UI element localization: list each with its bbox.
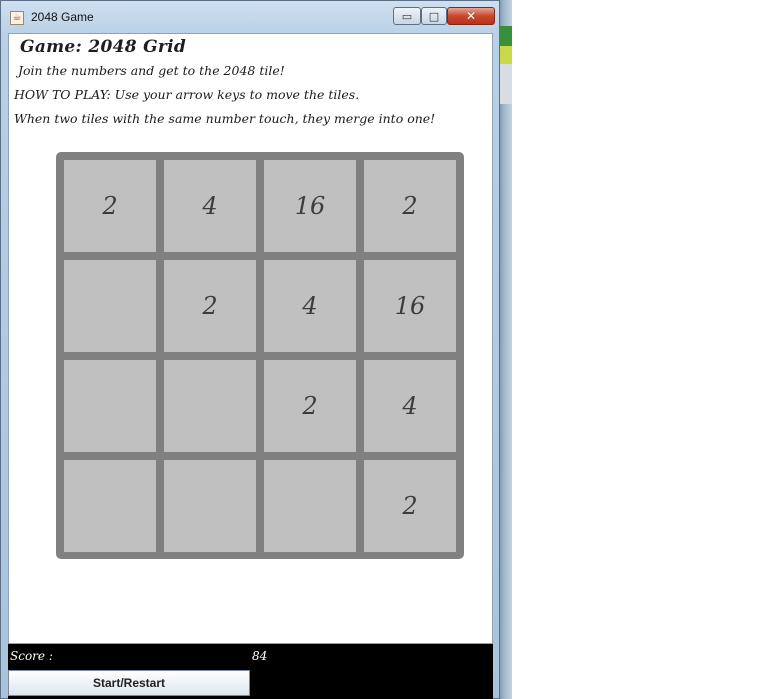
close-icon: ✕ — [465, 9, 477, 23]
merge-rule-text: When two tiles with the same number touc… — [14, 111, 436, 126]
score-label: Score : — [10, 649, 53, 663]
tile-r1-c3: 16 — [264, 160, 356, 252]
how-to-play-text: HOW TO PLAY: Use your arrow keys to move… — [14, 87, 360, 102]
background-window-fragment — [500, 64, 512, 104]
maximize-icon: □ — [428, 9, 440, 23]
minimize-button[interactable]: ▭ — [393, 7, 421, 25]
start-restart-button[interactable]: Start/Restart — [8, 670, 250, 696]
tile-r1-c1: 2 — [64, 160, 156, 252]
tile-r4-c4: 2 — [364, 460, 456, 552]
score-value: 84 — [252, 649, 268, 663]
tile-r4-c1 — [64, 460, 156, 552]
tile-r1-c2: 4 — [164, 160, 256, 252]
background-window-fragment — [500, 46, 512, 64]
tile-r2-c1 — [64, 260, 156, 352]
tile-r3-c4: 4 — [364, 360, 456, 452]
tile-r1-c4: 2 — [364, 160, 456, 252]
tile-r3-c1 — [64, 360, 156, 452]
game-panel: Game: 2048 Grid Join the numbers and get… — [8, 33, 493, 644]
title-bar[interactable]: ☕ 2048 Game ▭ □ ✕ — [1, 1, 499, 33]
game-board: 2 4 16 2 2 4 16 2 4 2 — [56, 152, 464, 559]
java-coffee-cup-icon: ☕ — [10, 11, 24, 25]
tile-r2-c4: 16 — [364, 260, 456, 352]
minimize-icon: ▭ — [401, 9, 413, 23]
tile-r2-c3: 4 — [264, 260, 356, 352]
maximize-button[interactable]: □ — [421, 7, 447, 25]
tile-r4-c3 — [264, 460, 356, 552]
button-bar: Start/Restart — [8, 668, 493, 699]
desktop-background — [498, 0, 512, 699]
background-window-fragment — [500, 26, 512, 46]
window-title: 2048 Game — [31, 10, 94, 24]
score-bar: Score : 84 — [8, 644, 493, 668]
tile-r3-c2 — [164, 360, 256, 452]
game-title: Game: 2048 Grid — [20, 37, 187, 57]
close-button[interactable]: ✕ — [447, 7, 495, 25]
tile-r3-c3: 2 — [264, 360, 356, 452]
tile-r2-c2: 2 — [164, 260, 256, 352]
intro-text: Join the numbers and get to the 2048 til… — [18, 63, 285, 78]
tile-r4-c2 — [164, 460, 256, 552]
